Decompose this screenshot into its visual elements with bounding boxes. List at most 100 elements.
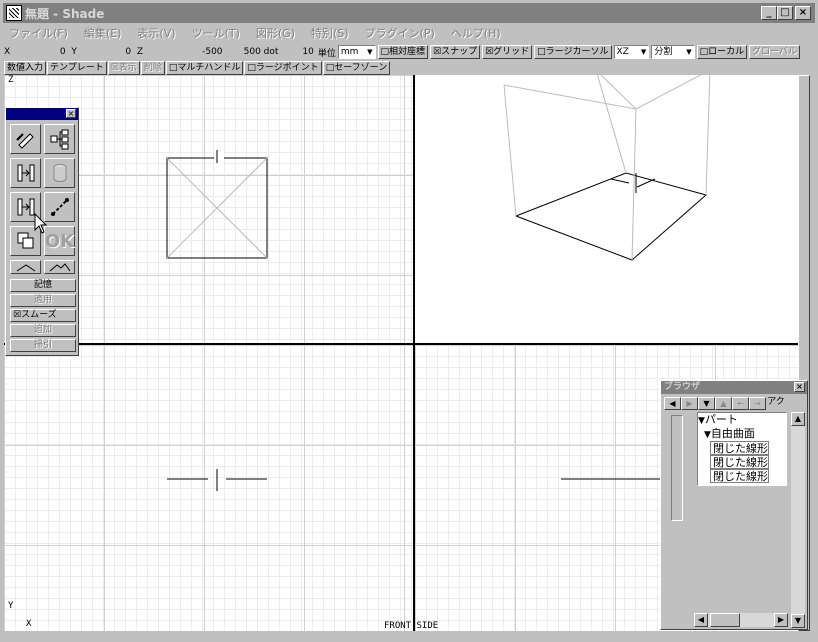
horizontal-divider[interactable]: [4, 343, 807, 345]
apply-button[interactable]: 適用: [10, 294, 76, 307]
menu-plugin[interactable]: プラグイン(P): [365, 25, 435, 41]
tools-bar: 数値入力 テンプレート ☒表示 削除 □マルチハンドル □ラージポイント □セー…: [4, 61, 464, 75]
browser-vertical-scrollbar[interactable]: ▲ ▼: [791, 412, 805, 628]
triangle-down-icon: ▼: [704, 430, 711, 440]
relative-coords-checkbox[interactable]: □相対座標: [377, 45, 429, 59]
tree-item-free-surface[interactable]: ▼自由曲面: [698, 427, 786, 441]
window-title: 無題 - Shade: [25, 6, 105, 21]
browser-panel[interactable]: ブラウザ × ◀ ▶ ▼ ▲ ← → アク ▼パート ▼自由曲面 閉じた線形 閉…: [660, 380, 808, 630]
menu-special[interactable]: 特別(S): [311, 25, 349, 41]
add-button[interactable]: 追加: [10, 324, 76, 337]
browser-horizontal-scrollbar[interactable]: ◀ ▶: [694, 613, 788, 627]
maximize-button[interactable]: □: [777, 6, 793, 20]
large-point-checkbox[interactable]: □ラージポイント: [244, 61, 322, 75]
perspective-view[interactable]: [415, 69, 807, 343]
browser-titlebar[interactable]: ブラウザ ×: [661, 381, 807, 394]
hierarchy-tool-icon[interactable]: [44, 124, 75, 154]
scroll-thumb[interactable]: [710, 613, 740, 627]
scroll-up-icon[interactable]: ▲: [791, 412, 805, 426]
tree-item-label: 自由曲面: [710, 427, 755, 440]
menu-help[interactable]: ヘルプ(H): [451, 25, 501, 41]
tree-item-closed-line[interactable]: 閉じた線形: [698, 441, 786, 455]
arrow-left-icon[interactable]: ←: [732, 397, 749, 410]
collapse-icon[interactable]: ▲: [715, 397, 732, 410]
ok-button[interactable]: OK: [44, 226, 75, 256]
pencil-icon: [15, 133, 34, 149]
numeric-input-button[interactable]: 数値入力: [4, 61, 47, 75]
pencil-tool-icon[interactable]: [10, 124, 41, 154]
y-value[interactable]: 0: [125, 47, 132, 57]
browser-tree[interactable]: ▼パート ▼自由曲面 閉じた線形 閉じた線形 閉じた線形: [697, 412, 787, 486]
dropdown-arrow-icon: ▼: [367, 48, 373, 56]
line-tool-icon[interactable]: [44, 192, 75, 222]
split-select[interactable]: 分割 ▼: [651, 45, 695, 59]
z-label: Z: [136, 47, 143, 57]
show-checkbox[interactable]: ☒表示: [107, 61, 140, 75]
next-icon[interactable]: ▶: [681, 397, 698, 410]
snap-checkbox[interactable]: ☒スナップ: [430, 45, 481, 59]
unit-label: 単位: [317, 48, 336, 59]
z-axis-label: Z: [8, 75, 14, 85]
menu-file[interactable]: ファイル(F): [9, 25, 68, 41]
tree-item-part[interactable]: ▼パート: [698, 413, 786, 427]
template-button[interactable]: テンプレート: [47, 61, 107, 75]
large-cursor-checkbox[interactable]: □ラージカーソル: [534, 45, 612, 59]
menu-view[interactable]: 表示(V): [137, 25, 175, 41]
minimize-button[interactable]: _: [761, 6, 777, 20]
plane-select[interactable]: XZ ▼: [613, 45, 650, 59]
browser-close-button[interactable]: ×: [794, 382, 805, 392]
vertical-divider[interactable]: [413, 75, 415, 631]
memory-button[interactable]: 記憶: [10, 279, 76, 292]
mouse-cursor-icon: [34, 213, 48, 234]
toolbox-close-button[interactable]: ×: [66, 109, 76, 118]
toolbox-titlebar[interactable]: ×: [6, 108, 78, 120]
unit-number[interactable]: 10: [278, 47, 313, 57]
multi-handle-checkbox[interactable]: □マルチハンドル: [165, 61, 244, 75]
x-axis-label: X: [26, 619, 32, 629]
grid-checkbox[interactable]: ☒グリッド: [482, 45, 533, 59]
z-value[interactable]: -500: [169, 47, 222, 57]
tree-item-closed-line[interactable]: 閉じた線形: [698, 469, 786, 483]
title-bar: 無題 - Shade _ □ ×: [3, 3, 815, 23]
y-label: Y: [71, 47, 77, 57]
menu-shape[interactable]: 図形(G): [256, 25, 295, 41]
dropdown-arrow-icon: ▼: [640, 48, 647, 56]
arrow-right-icon[interactable]: →: [749, 397, 766, 410]
delete-button[interactable]: 削除: [140, 61, 165, 75]
cylinder-tool-icon[interactable]: [44, 158, 75, 188]
expand-icon[interactable]: ▼: [698, 397, 715, 410]
safe-zone-checkbox[interactable]: □セーフゾーン: [322, 61, 391, 75]
curve-low-icon[interactable]: [10, 260, 41, 274]
tree-icon: [50, 129, 68, 150]
browser-tab-action[interactable]: アク: [766, 397, 786, 410]
close-button[interactable]: ×: [795, 6, 811, 20]
tree-item-closed-line[interactable]: 閉じた線形: [698, 455, 786, 469]
shade-app-icon[interactable]: [6, 5, 22, 21]
smooth-checkbox[interactable]: ☒スムーズ: [10, 309, 76, 322]
scroll-down-icon[interactable]: ▼: [791, 614, 805, 628]
unit-select[interactable]: mm ▼: [337, 45, 376, 59]
scroll-right-icon[interactable]: ▶: [774, 613, 788, 627]
menu-bar: ファイル(F) 編集(E) 表示(V) ツール(T) 図形(G) 特別(S) プ…: [3, 23, 815, 42]
prev-icon[interactable]: ◀: [664, 397, 681, 410]
local-checkbox[interactable]: □ローカル: [696, 45, 748, 59]
ok-label: OK: [44, 230, 75, 252]
front-view[interactable]: [4, 345, 413, 631]
line-icon: [50, 198, 69, 216]
global-button[interactable]: グローバル: [749, 45, 801, 59]
sweep-button[interactable]: 掃引: [10, 339, 76, 352]
tree-item-label: 閉じた線形: [710, 441, 769, 455]
coordinate-bar: X 0 Y 0 Z -500 500 dot 10 単位 mm ▼ □相対座標 ☒…: [4, 44, 801, 60]
menu-tool[interactable]: ツール(T): [192, 25, 240, 41]
menu-edit[interactable]: 編集(E): [84, 25, 122, 41]
unit-select-value: mm: [340, 47, 359, 57]
move-tool-icon[interactable]: [10, 158, 41, 188]
scroll-left-icon[interactable]: ◀: [694, 613, 708, 627]
curve-high-icon[interactable]: [44, 260, 75, 274]
tree-item-label: パート: [704, 413, 738, 426]
browser-divider: [671, 415, 683, 521]
split-select-value: 分割: [654, 47, 673, 57]
x-value[interactable]: 0: [60, 47, 67, 57]
dot-value[interactable]: 500 dot: [223, 47, 279, 57]
perspective-drawing: [503, 69, 711, 261]
